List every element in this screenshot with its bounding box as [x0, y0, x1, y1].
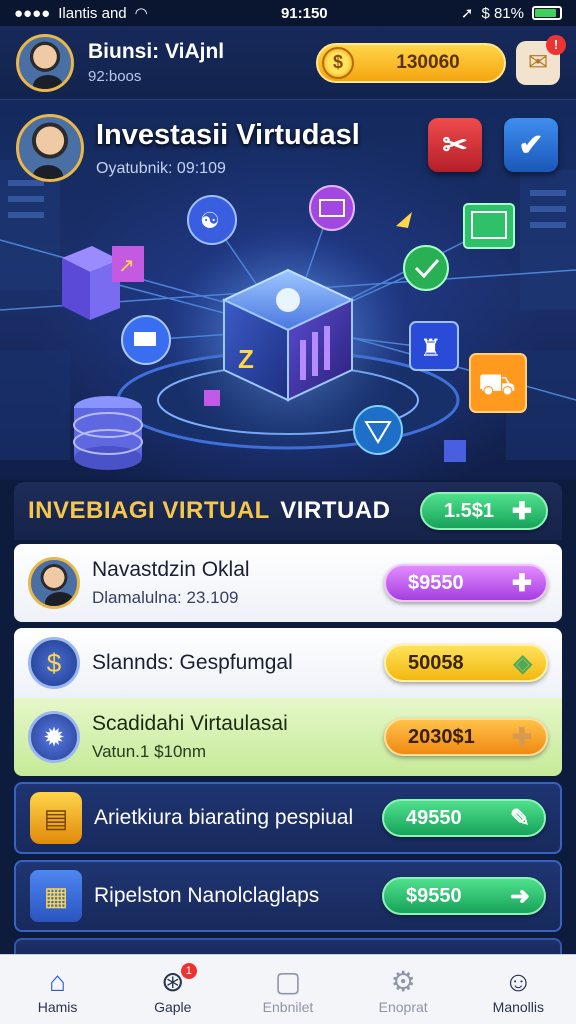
plus-icon: ✚: [511, 569, 532, 597]
list-item[interactable]: ▦ Ripelston Nanolclaglaps $9550 ➜: [14, 860, 562, 932]
item-value: 2030$1: [408, 725, 475, 748]
app-header: Biunsi: ViAjnl 92:boos $ 130060 ✉ !: [0, 26, 576, 100]
item-value-button[interactable]: 2030$1 ✚: [384, 718, 548, 756]
user-name: Biunsi: ViAjnl: [88, 40, 225, 63]
section-header: INVEBIAGI VIRTUAL VIRTUAD 1.5$1 ✚: [14, 482, 562, 540]
arrow-right-icon: ➜: [509, 882, 530, 910]
tools-button[interactable]: ✂: [428, 118, 482, 172]
nav-settings[interactable]: ⚙ Enoprat: [353, 965, 453, 1015]
avatar[interactable]: [16, 33, 74, 92]
nav-wallet[interactable]: ▢ Enbnilet: [238, 965, 338, 1015]
hero-title: Investasii Virtudasl: [96, 118, 360, 151]
hero-subtitle: Oyatubnik: 09:109: [96, 159, 226, 177]
dollar-cycle-icon: $: [28, 637, 80, 689]
user-subtitle: 92:boos: [88, 68, 142, 85]
edit-icon: ✎: [509, 804, 530, 832]
truck-icon: [121, 315, 171, 365]
home-icon: ⌂: [49, 965, 67, 997]
section-title-accent: VIRTUAD: [280, 497, 391, 524]
avatar: [28, 557, 80, 609]
money-bag-icon: ☯: [187, 195, 237, 245]
nav-label: Manollis: [492, 998, 545, 1015]
hero-banner: Z ☯ ↗ ♜ ⛟ Investasii Virtudasl Oyatubnik…: [0, 100, 576, 480]
coin-balance-value: 130060: [396, 51, 460, 73]
item-value-button[interactable]: $9550 ✚: [384, 564, 548, 602]
hero-profile: Investasii Virtudasl Oyatubnik: 09:109: [16, 114, 360, 182]
signal-dots-icon: ●●●●: [14, 4, 51, 22]
item-value-button[interactable]: 49550 ✎: [382, 799, 546, 837]
list-item[interactable]: ▤ Arietkiura biarating pespiual 49550 ✎: [14, 782, 562, 854]
chat-icon: [309, 185, 355, 231]
wifi-icon: ◠: [134, 5, 148, 22]
item-title: Navastdzin Oklal: [92, 558, 250, 581]
section-value: 1.5$1: [444, 499, 495, 522]
profile-icon: ☺: [504, 965, 533, 997]
check-icon: ✔: [518, 128, 544, 162]
battery-label: $ 81%: [481, 4, 524, 22]
confirm-button[interactable]: ✔: [504, 118, 558, 172]
status-bar: ●●●● Ilantis and ◠ 91:150 ➚ $ 81%: [0, 0, 576, 26]
nav-badge: 1: [180, 962, 197, 979]
list-item[interactable]: Navastdzin Oklal Dlamalulna: 23.109 $955…: [14, 544, 562, 622]
svg-text:↗: ↗: [118, 253, 135, 277]
check-circle-icon: [403, 245, 449, 291]
item-value-button[interactable]: $9550 ➜: [382, 877, 546, 915]
status-time: 91:150: [280, 4, 328, 22]
coin-balance[interactable]: $ 130060: [316, 42, 506, 83]
target-icon: [353, 405, 403, 455]
svg-text:Z: Z: [238, 344, 254, 374]
tag-icon: ↗: [112, 246, 144, 282]
carrier-label: Ilantis and: [58, 4, 127, 22]
tools-icon: ✂: [442, 128, 468, 162]
item-subtitle: Vatun.1 $10nm: [92, 742, 207, 761]
documents-coin-icon: ▦: [30, 870, 82, 922]
nav-game[interactable]: ⊛ 1 Gaple: [123, 962, 223, 1015]
cart-icon: ⛟: [469, 353, 527, 413]
mail-button[interactable]: ✉ !: [516, 34, 566, 85]
gear-icon: ✹: [28, 711, 80, 763]
nav-label: Hamis: [37, 998, 78, 1015]
nav-profile[interactable]: ☺ Manollis: [468, 965, 568, 1015]
bottom-nav: ⌂ Hamis ⊛ 1 Gaple ▢ Enbnilet ⚙ Enoprat ☺…: [0, 954, 576, 1024]
item-title: Scadidahi Virtaulasai: [92, 712, 288, 735]
building-icon: [62, 246, 120, 320]
list-item[interactable]: $ Slannds: Gespfumgal 50058 ◈: [14, 628, 562, 698]
nav-home[interactable]: ⌂ Hamis: [8, 965, 108, 1015]
mail-icon: ✉: [527, 49, 549, 76]
item-title: Slannds: Gespfumgal: [92, 651, 293, 674]
item-value: $9550: [408, 571, 464, 594]
section-title: INVEBIAGI VIRTUAL: [28, 497, 270, 524]
item-subtitle: Dlamalulna: 23.109: [92, 588, 239, 607]
nav-label: Enbnilet: [262, 998, 314, 1015]
gold-bars-icon: ▤: [30, 792, 82, 844]
person-card-icon: ♜: [409, 321, 459, 371]
location-arrow-icon: ➚: [460, 5, 474, 22]
hero-avatar[interactable]: [16, 114, 84, 182]
list-item[interactable]: ✹ Scadidahi Virtaulasai Vatun.1 $10nm 20…: [14, 698, 562, 776]
item-value: $9550: [406, 884, 462, 907]
wallet-icon: ▢: [274, 965, 302, 997]
item-title: Ripelston Nanolclaglaps: [94, 884, 320, 907]
nav-label: Gaple: [154, 998, 192, 1015]
nav-label: Enoprat: [378, 998, 428, 1015]
svg-text:⛟: ⛟: [478, 367, 516, 402]
svg-text:♜: ♜: [420, 334, 442, 362]
chart-icon: [463, 203, 515, 249]
database-icon: [73, 396, 143, 470]
coin-icon: $: [322, 46, 354, 79]
battery-icon: [531, 6, 562, 20]
notification-badge: !: [546, 34, 566, 55]
plus-icon: ✚: [511, 497, 532, 525]
item-value-button[interactable]: 50058 ◈: [384, 644, 548, 682]
plus-icon: ✚: [511, 723, 532, 751]
item-value: 49550: [406, 806, 462, 829]
settings-gear-icon: ⚙: [390, 965, 416, 997]
tag-icon: ◈: [513, 649, 532, 677]
svg-text:☯: ☯: [200, 209, 220, 234]
section-value-button[interactable]: 1.5$1 ✚: [420, 492, 548, 530]
item-title: Arietkiura biarating pespiual: [94, 806, 354, 829]
item-value: 50058: [408, 651, 464, 674]
